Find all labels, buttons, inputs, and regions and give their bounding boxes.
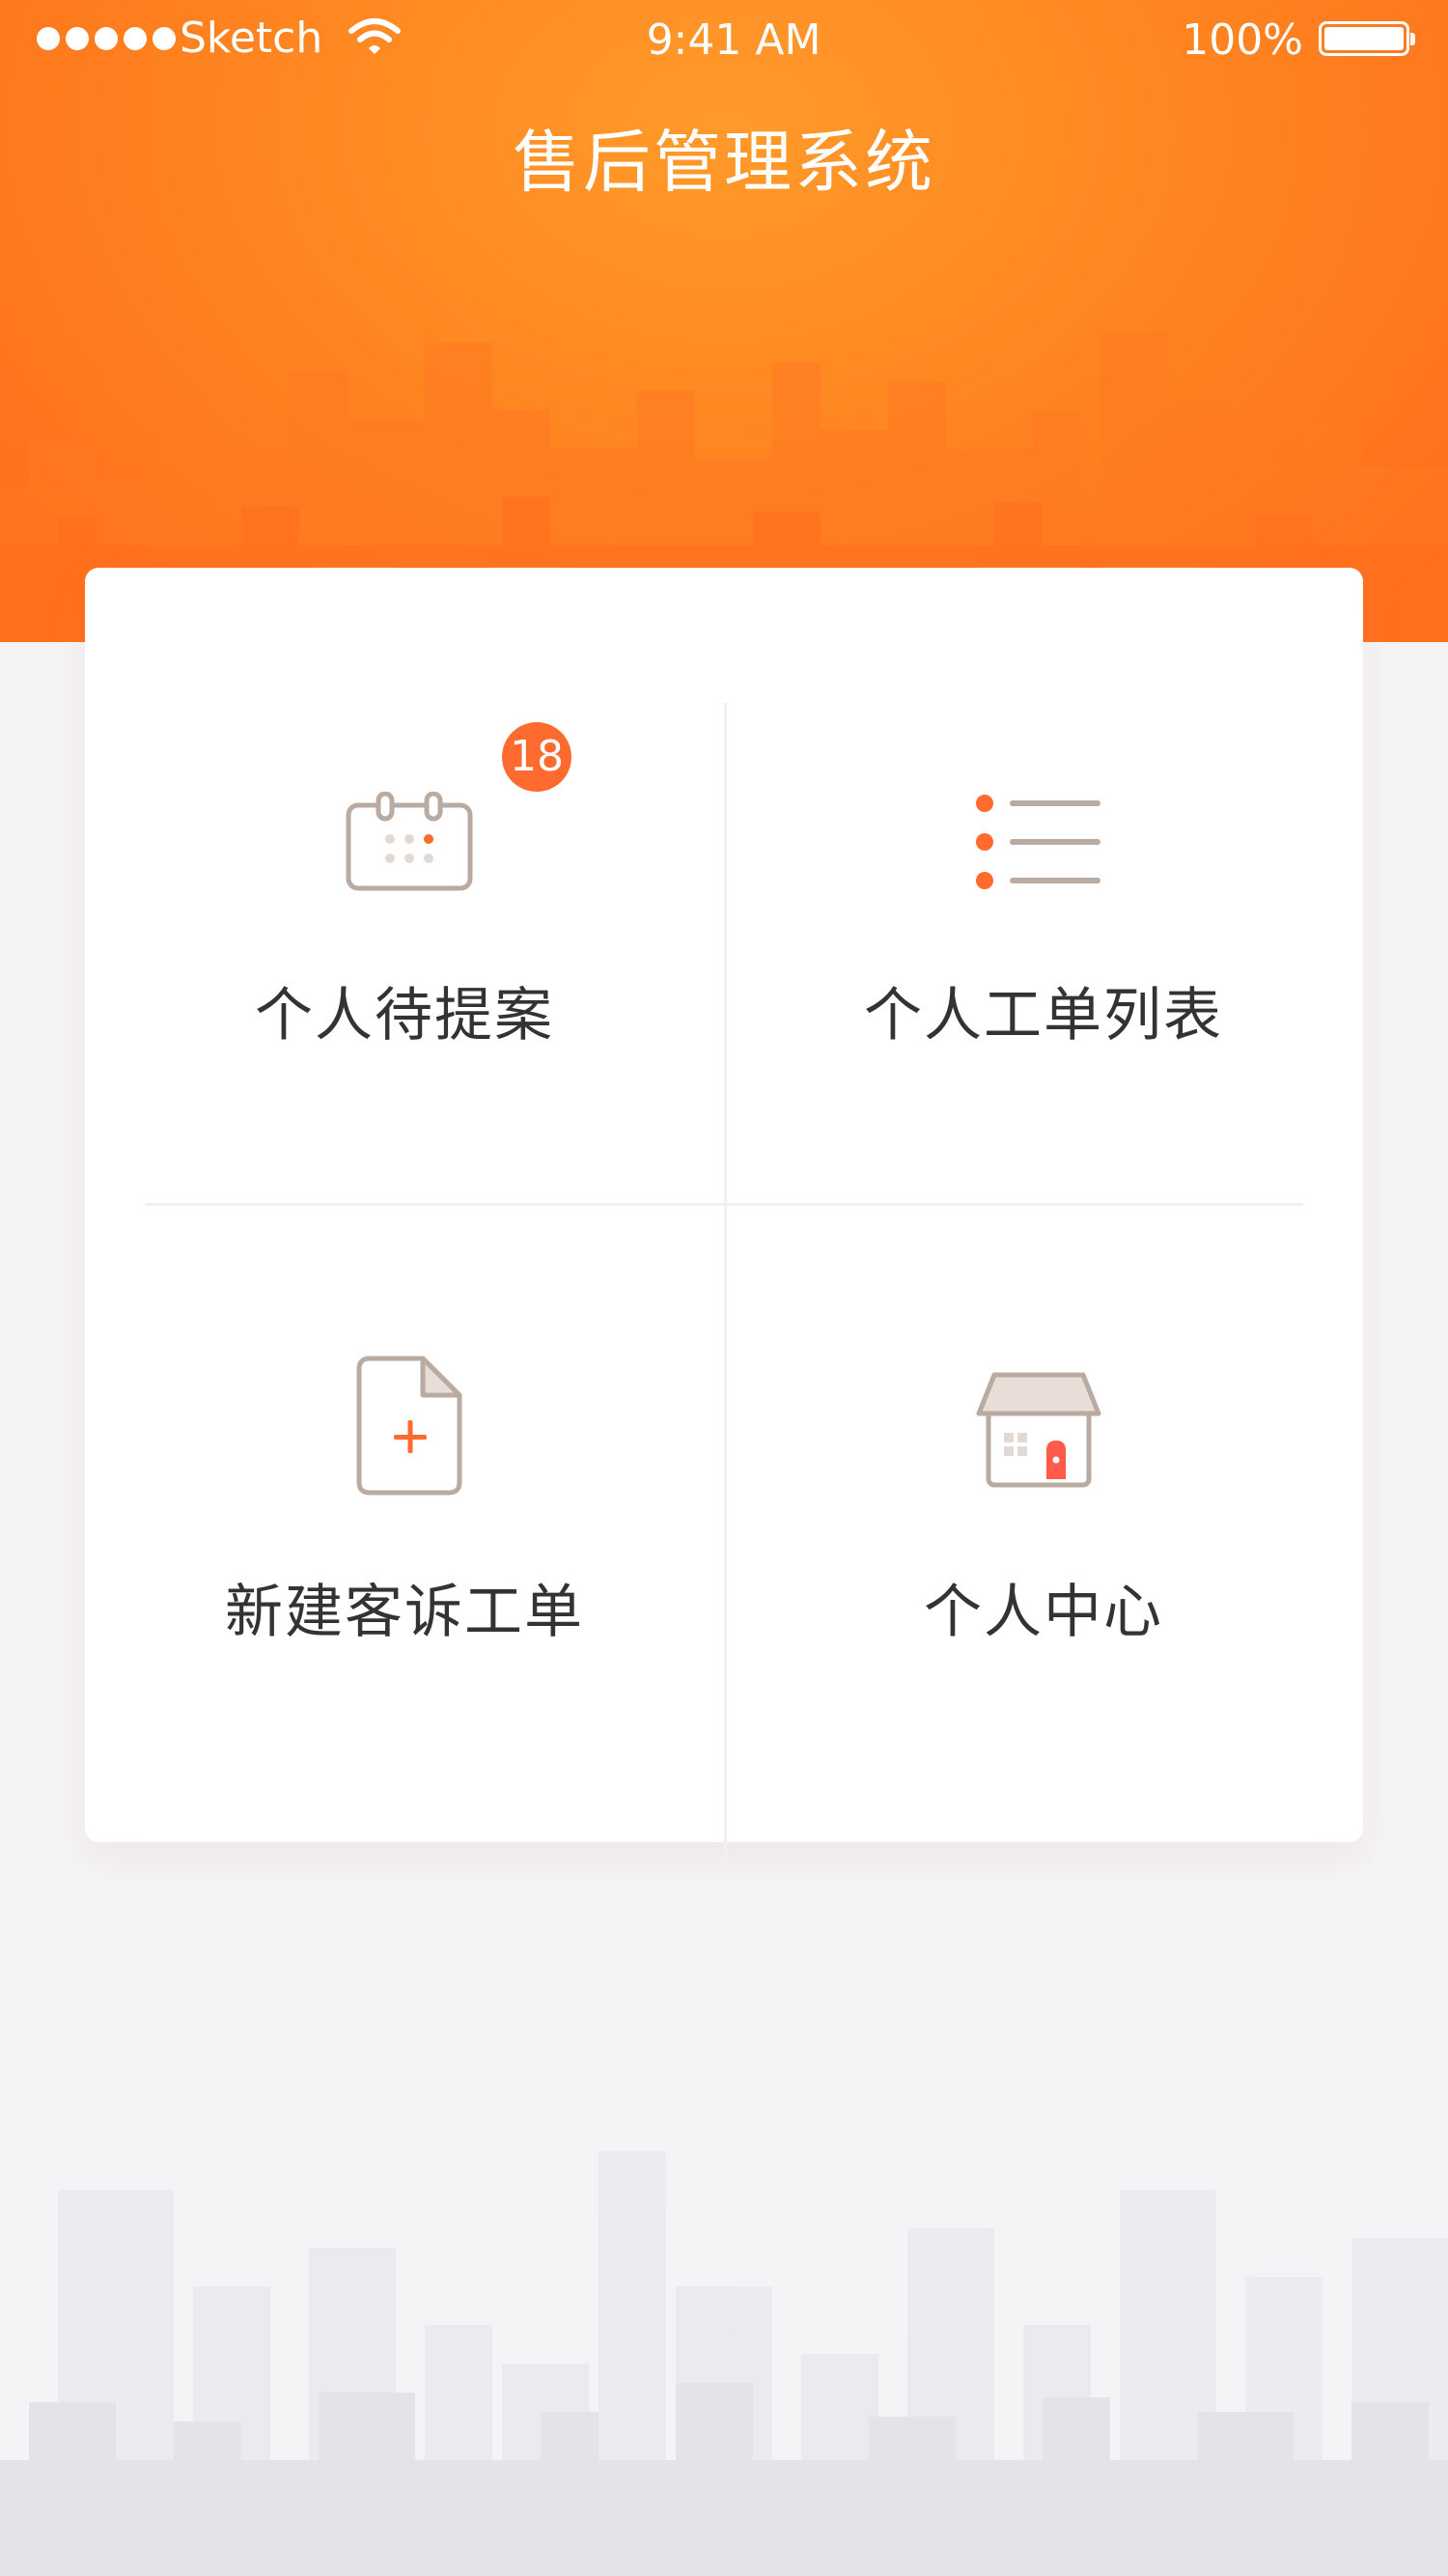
house-icon [976, 1372, 1101, 1488]
calendar-icon [346, 792, 473, 891]
tile-label-personal-center: 个人中心 [924, 1579, 1163, 1646]
list-icon [976, 795, 1100, 889]
new-document-icon [356, 1356, 462, 1496]
page-title: 售后管理系统 [513, 123, 935, 202]
menu-tile-work-order-list[interactable]: 个人工单列表 [724, 568, 1363, 1203]
battery-icon [1319, 21, 1415, 56]
bottom-skyline-illustration [0, 2151, 1448, 2576]
battery-percentage: 100% [1182, 15, 1303, 65]
tile-label-work-order-list: 个人工单列表 [864, 982, 1223, 1050]
header-banner: Sketch 9:41 AM 100% 售后管理系统 [0, 0, 1448, 642]
tile-label-new-complaint: 新建客诉工单 [225, 1579, 584, 1646]
tile-label-pending-proposals: 个人待提案 [255, 982, 554, 1050]
pending-count-badge: 18 [502, 722, 571, 792]
status-bar: Sketch 9:41 AM 100% [0, 0, 1448, 81]
menu-card: 18 个人待提案 个人工单列表 新建客诉工单 个人中心 [85, 568, 1363, 1862]
menu-tile-personal-center[interactable]: 个人中心 [724, 1205, 1363, 1842]
menu-tile-new-complaint[interactable]: 新建客诉工单 [85, 1205, 724, 1842]
menu-tile-pending-proposals[interactable]: 18 个人待提案 [85, 568, 724, 1203]
